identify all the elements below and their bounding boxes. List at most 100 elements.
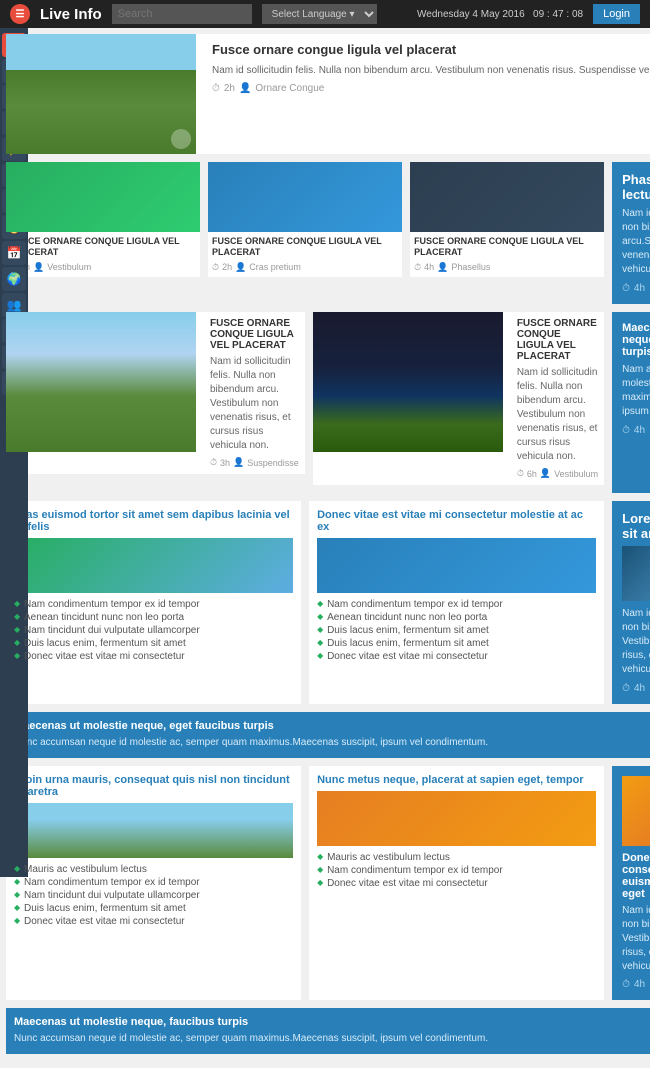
search-input[interactable] [112, 4, 252, 24]
grid-item-3[interactable]: FUSCE ORNARE CONQUE LIGULA VEL PLACERAT … [410, 162, 604, 277]
blue-title-4: Maecenas ut molestie neque, eget faucibu… [14, 720, 650, 732]
blue-meta-1: ⏱ 4h 👤 Quinque massa [622, 283, 650, 294]
blue-text-5: Nam id sollicitudin felis. Nulla non bib… [622, 904, 650, 974]
bbullet-1-3: Duis lacus enim, fermentum sit amet [14, 902, 293, 915]
grid-item-1[interactable]: FUSCE ORNARE CONQUE LIGULA VEL PLACERAT … [6, 162, 200, 277]
bbullet-1-0: Mauris ac vestibulum lectus [14, 863, 293, 876]
featured-article: Fusce ornare congue ligula vel placerat … [6, 34, 650, 154]
large-card-title-1: FUSCE ORNARE CONQUE LIGULA VEL PLACERAT [210, 318, 299, 351]
bullet-1-1: Aenean tincidunt nunc non leo porta [14, 611, 293, 624]
text-card-img-1 [14, 538, 293, 593]
blue-meta-2: ⏱ 4h 👤 Ornare Congue [622, 425, 650, 436]
large-card-meta-2: ⏱ 6h 👤 Vestibulum [517, 468, 598, 479]
large-card-text-1: Nam id sollicitudin felis. Nulla non bib… [210, 355, 299, 453]
user-icon-1: 👤 [33, 262, 44, 273]
large-card-1[interactable]: FUSCE ORNARE CONQUE LIGULA VEL PLACERAT … [6, 312, 305, 474]
time-icon-2: ⏱ [212, 262, 219, 273]
bbullet-1-1: Nam condimentum tempor ex id tempor [14, 876, 293, 889]
bbullet-2-2: Donec vitae est vitae mi consectetur [317, 877, 596, 890]
menu-icon-symbol: ☰ [16, 9, 25, 20]
blue-text-6: Nunc accumsan neque id molestie ac, semp… [14, 1032, 650, 1046]
featured-author-icon: 👤 [239, 83, 251, 94]
blue-article-3[interactable]: Lorem ipsum dolor sit amet Nam id sollic… [612, 501, 650, 704]
blue-article-4[interactable]: Maecenas ut molestie neque, eget faucibu… [6, 712, 650, 758]
blue-text-2: Nam accumsan neque id molestie ac, sempe… [622, 363, 650, 419]
text-card-title-1: Cras euismod tortor sit amet sem dapibus… [14, 509, 293, 533]
blue-article-img-3 [622, 546, 650, 601]
bullet-1-2: Nam tincidunt dui vulputate ullamcorper [14, 624, 293, 637]
bullet-1-0: Nam condimentum tempor ex id tempor [14, 598, 293, 611]
featured-text: Nam id sollicitudin felis. Nulla non bib… [212, 64, 650, 78]
bullet-2-3: Duis lacus enim, fermentum sit amet [317, 637, 596, 650]
bottom-bullets-1: Mauris ac vestibulum lectus Nam condimen… [14, 863, 293, 928]
bullet-1-4: Donec vitae est vitae mi consectetur [14, 650, 293, 663]
clock-icon [212, 83, 220, 94]
bbullet-2-1: Nam condimentum tempor ex id tempor [317, 864, 596, 877]
large-card-img-2 [313, 312, 503, 452]
grid-label-3: FUSCE ORNARE CONQUE LIGULA VEL PLACERAT [410, 232, 604, 262]
bbullet-1-4: Donec vitae est vitae mi consectetur [14, 915, 293, 928]
blue-article-1[interactable]: Phasellus ligula lectus Nam id sollicitu… [612, 162, 650, 304]
grid-img-3 [410, 162, 604, 232]
grid-meta-3: ⏱ 4h 👤 Phasellus [410, 262, 604, 277]
user-icon-lc1: 👤 [233, 457, 244, 468]
clock-icon-lc1: ⏱ [210, 457, 217, 468]
sidebar: ⚽ 🏠 📰 🏆 ⚡ 📊 🎯 🔥 📅 🌍 👥 🔔 ⭐ ⚙ [0, 28, 28, 877]
user-icon-lc2: 👤 [540, 468, 551, 479]
bottom-bullets-2: Mauris ac vestibulum lectus Nam condimen… [317, 851, 596, 890]
featured-author: Ornare Congue [255, 83, 324, 94]
large-card-text-2: Nam id sollicitudin felis. Nulla non bib… [517, 366, 598, 464]
blue-title-2: Maecenas ut molestie neque, eget faucibu… [622, 322, 650, 358]
bullet-list-2: Nam condimentum tempor ex id tempor Aene… [317, 598, 596, 663]
grid-item-2[interactable]: FUSCE ORNARE CONQUE LIGULA VEL PLACERAT … [208, 162, 402, 277]
grid-img-2 [208, 162, 402, 232]
hamburger-icon[interactable]: ☰ [10, 4, 30, 24]
text-card-1: Cras euismod tortor sit amet sem dapibus… [6, 501, 301, 704]
blue-meta-5: ⏱ 4h 👤 Sed leo leo [622, 979, 650, 990]
site-title: Live Info [40, 6, 102, 23]
text-card-img-2 [317, 538, 596, 593]
blue-article-5[interactable]: Donec sodales consectetur ex, in euismod… [612, 766, 650, 1000]
bullet-2-1: Aenean tincidunt nunc non leo porta [317, 611, 596, 624]
time-icon-3: ⏱ [414, 262, 421, 273]
bottom-card-img-1 [14, 803, 293, 858]
bullet-2-4: Donec vitae est vitae mi consectetur [317, 650, 596, 663]
featured-meta: 2h 👤 Ornare Congue [212, 83, 650, 94]
large-card-title-2: FUSCE ORNARE CONQUE LIGULA VEL PLACERAT [517, 318, 598, 362]
grid-label-2: FUSCE ORNARE CONQUE LIGULA VEL PLACERAT [208, 232, 402, 262]
blue-article-2[interactable]: Maecenas ut molestie neque, eget faucibu… [612, 312, 650, 493]
large-card-meta-1: ⏱ 3h 👤 Suspendisse [210, 457, 299, 468]
large-card-2[interactable]: FUSCE ORNARE CONQUE LIGULA VEL PLACERAT … [313, 312, 604, 485]
blue-title-3: Lorem ipsum dolor sit amet [622, 511, 650, 541]
large-card-img-1 [6, 312, 196, 452]
right-column-top: Phasellus ligula lectus Nam id sollicitu… [612, 162, 650, 304]
blue-text-1: Nam id sollicitudin felis. Nulla non bib… [622, 207, 650, 277]
bullet-2-2: Duis lacus enim, fermentum sit amet [317, 624, 596, 637]
bottom-card-img-2 [317, 791, 596, 846]
bottom-card-2: Nunc metus neque, placerat at sapien ege… [309, 766, 604, 1000]
featured-time: 2h [224, 83, 235, 94]
bullet-list-1: Nam condimentum tempor ex id tempor Aene… [14, 598, 293, 663]
blue-meta-3: ⏱ 4h 👤 Ornare Congue [622, 683, 650, 694]
bullet-2-0: Nam condimentum tempor ex id tempor [317, 598, 596, 611]
user-icon-2: 👤 [235, 262, 246, 273]
blue-text-3: Nam id sollicitudin felis. Nulla non bib… [622, 607, 650, 677]
language-select[interactable]: Select Language ▾ [262, 4, 377, 24]
bbullet-2-0: Mauris ac vestibulum lectus [317, 851, 596, 864]
bottom-card-title-1: Proin urna mauris, consequat quis nisl n… [14, 774, 293, 798]
datetime-display: Wednesday 4 May 2016 09 : 47 : 08 [417, 9, 583, 20]
grid-meta-2: ⏱ 2h 👤 Cras pretium [208, 262, 402, 277]
blue-title-1: Phasellus ligula lectus [622, 172, 650, 202]
blue-title-5: Donec sodales consectetur ex, in euismod… [622, 852, 650, 900]
login-button[interactable]: Login [593, 4, 640, 24]
bottom-card-title-2: Nunc metus neque, placerat at sapien ege… [317, 774, 596, 786]
featured-title: Fusce ornare congue ligula vel placerat [212, 42, 650, 59]
sidebar-item-world[interactable]: 🌍 [2, 267, 26, 291]
featured-image [6, 34, 196, 154]
grid-label-1: FUSCE ORNARE CONQUE LIGULA VEL PLACERAT [6, 232, 200, 262]
clock-icon-blue1: ⏱ [622, 283, 630, 294]
grid-meta-1: ⏱ 1h 👤 Vestibulum [6, 262, 200, 277]
sidebar-item-calendar[interactable]: 📅 [2, 241, 26, 265]
bbullet-1-2: Nam tincidunt dui vulputate ullamcorper [14, 889, 293, 902]
blue-article-6[interactable]: Maecenas ut molestie neque, faucibus tur… [6, 1008, 650, 1054]
